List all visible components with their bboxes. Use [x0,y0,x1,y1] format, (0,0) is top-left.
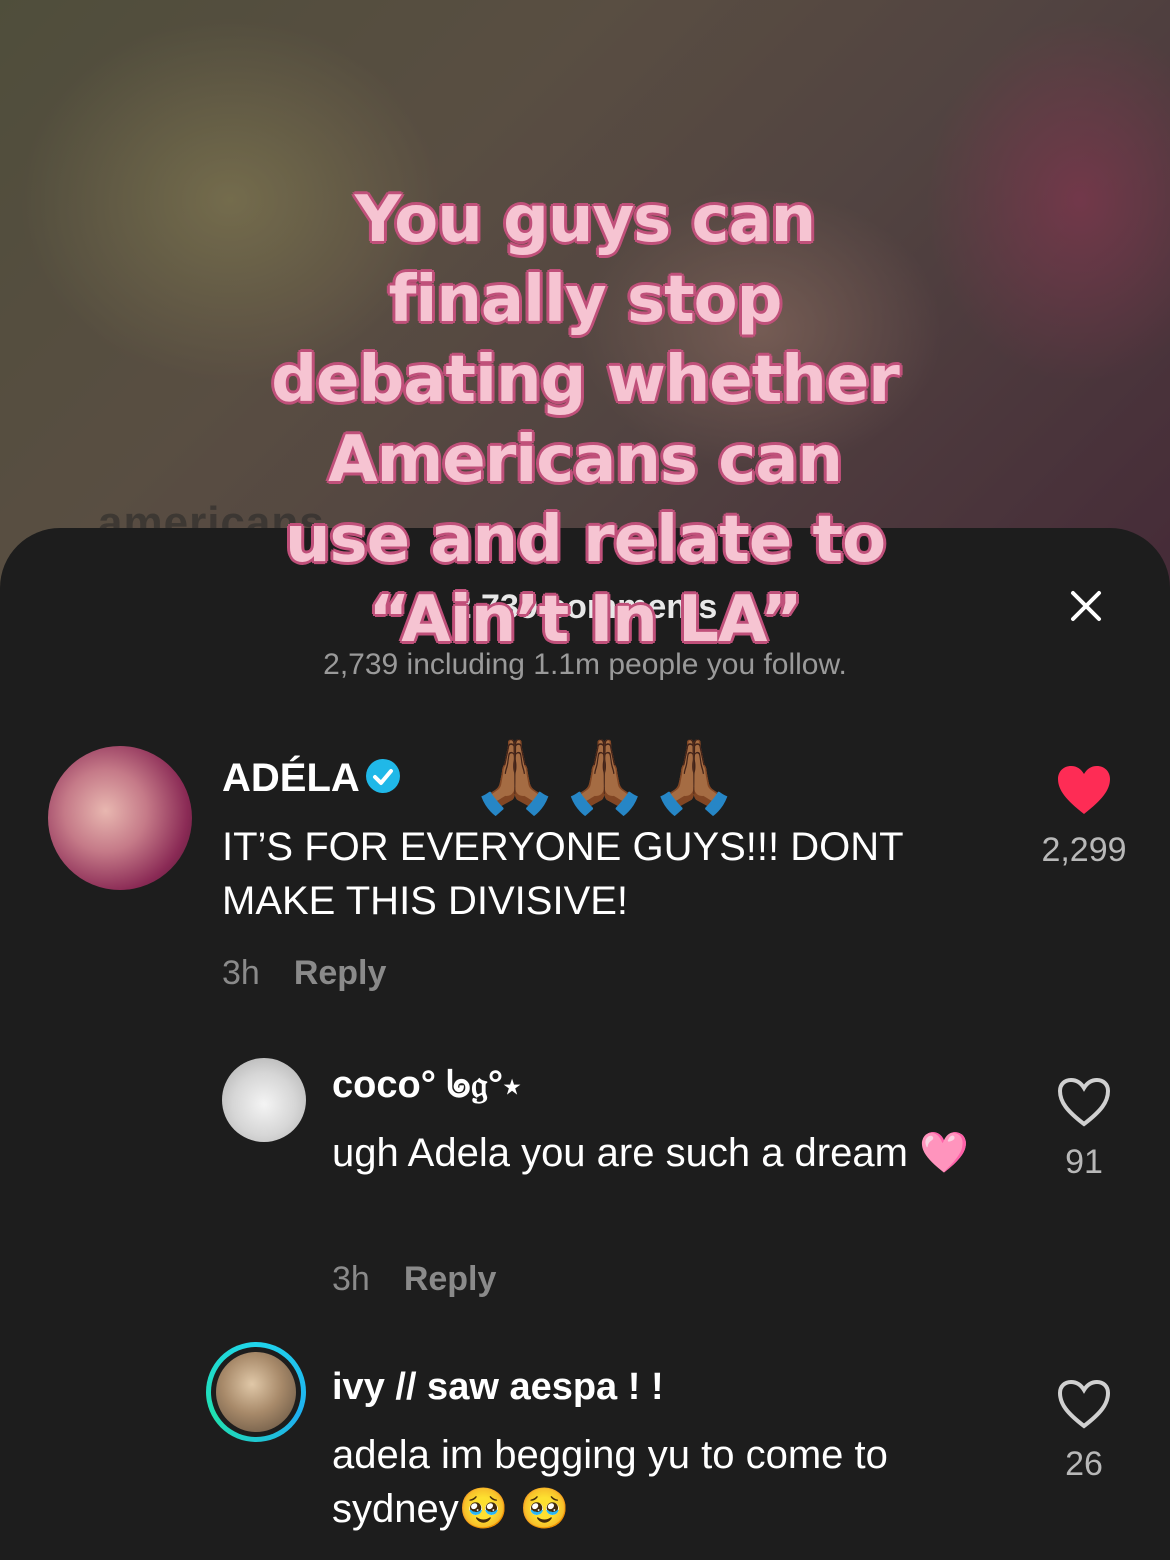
comment-author-name[interactable]: ADÉLA [222,756,400,801]
author-name-text: ADÉLA [222,756,360,800]
comment-text: ugh Adela you are such a dream 🩷 [332,1131,969,1175]
heart-outline-icon [1057,1077,1111,1127]
caption-emoji: 🙏🏾🙏🏾🙏🏾 [470,734,739,818]
like-count: 26 [1065,1445,1103,1483]
comment-text: IT’S FOR EVERYONE GUYS!!! DONT MAKE THIS… [222,825,903,923]
comment-meta: 3h Reply [222,954,386,993]
verified-badge-icon [365,759,400,794]
avatar-image [216,1352,296,1432]
avatar[interactable] [48,746,192,890]
reply-button[interactable]: Reply [404,1260,497,1298]
caption-line: use and relate to [284,503,886,577]
comment-time: 3h [332,1260,370,1298]
caption-line: debating whether [271,343,900,417]
like-button[interactable]: 91 [1024,1076,1144,1182]
like-count: 91 [1065,1143,1103,1181]
caption-line: You guys can [354,183,816,257]
comment-time: 3h [222,954,260,992]
comment-meta: 3h Reply [332,1260,496,1299]
avatar [211,1347,301,1437]
heart-filled-icon [1058,766,1110,814]
avatar[interactable] [222,1058,306,1142]
caption-line: Americans can [328,423,843,497]
like-count: 2,299 [1041,831,1127,869]
caption-line: “Ain’t In LA” [368,583,802,657]
comment-author-name[interactable]: coco° ᖚ𝔤°⋆ [332,1064,521,1107]
comment-author-name[interactable]: ivy // saw aespa ! ! [332,1366,664,1409]
caption-line: finally stop [388,263,783,337]
like-button[interactable]: 2,299 [1024,764,1144,870]
video-caption-overlay: You guys can finally stop debating wheth… [0,180,1170,660]
heart-outline-icon [1057,1379,1111,1429]
like-button[interactable]: 26 [1024,1378,1144,1484]
comment-text: adela im begging yu to come to sydney🥹 🥹 [332,1433,888,1531]
reply-button[interactable]: Reply [294,954,387,992]
story-ring[interactable] [206,1342,306,1442]
